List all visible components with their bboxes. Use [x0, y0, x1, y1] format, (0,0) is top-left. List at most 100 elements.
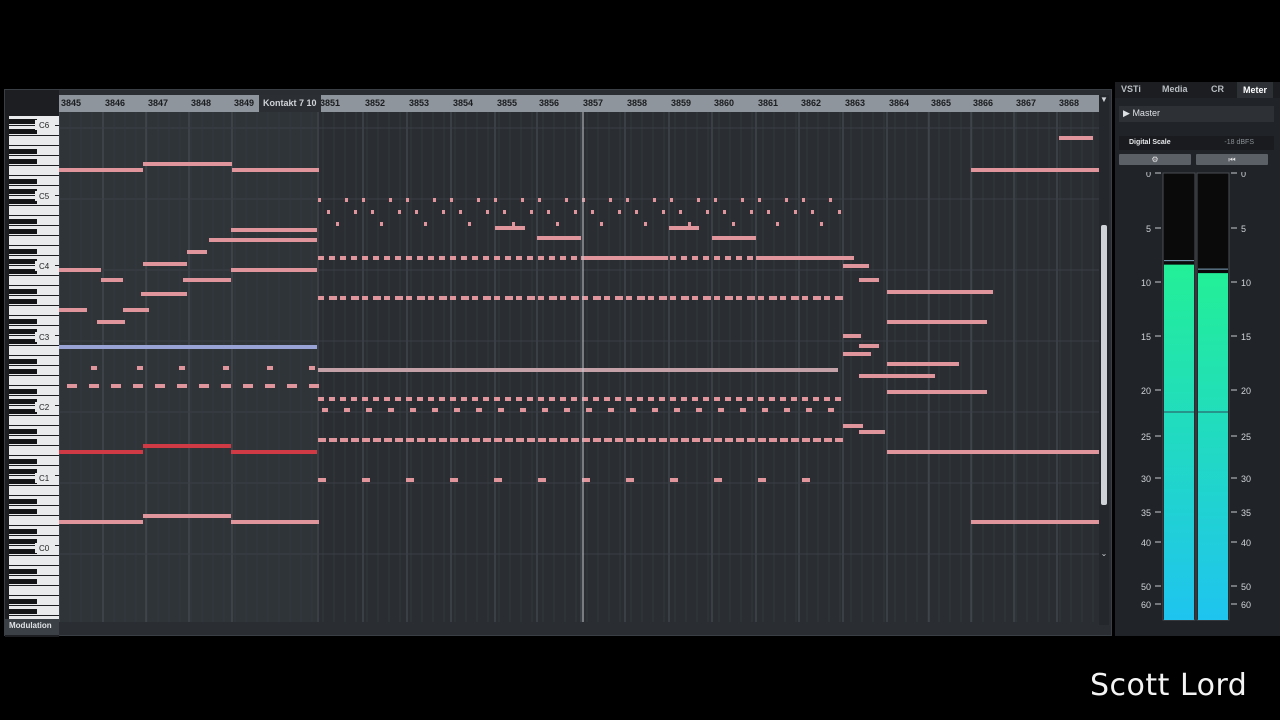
midi-note	[428, 438, 436, 442]
midi-note	[802, 397, 808, 401]
midi-note	[362, 397, 368, 401]
midi-note	[741, 198, 744, 202]
midi-note	[318, 198, 321, 202]
midi-note	[549, 397, 555, 401]
expand-triangle-icon[interactable]: ▶	[1123, 108, 1130, 118]
piano-keys[interactable]: C6 C5 C4 C3 C2 C1 C0	[5, 90, 59, 620]
midi-note	[697, 198, 700, 202]
bar-number[interactable]: 3855	[497, 98, 517, 108]
black-key	[9, 359, 37, 364]
scale-row[interactable]: Digital Scale -18 dBFS	[1119, 136, 1274, 150]
scale-value: -18 dBFS	[1224, 139, 1254, 146]
bar-number[interactable]: 3861	[758, 98, 778, 108]
bar-number[interactable]: 3845	[61, 98, 81, 108]
note-grid[interactable]: 3845 3846 3847 3848 3849 3851 3852 3853 3854 3855…	[59, 90, 1099, 637]
bar-number[interactable]: 3868	[1059, 98, 1079, 108]
black-key	[9, 459, 37, 464]
midi-note	[843, 424, 863, 428]
midi-note	[97, 320, 125, 324]
midi-note	[516, 397, 522, 401]
white-key	[9, 556, 59, 565]
octave-label: C5	[39, 192, 50, 201]
midi-note	[758, 397, 764, 401]
controller-lane[interactable]: Modulation	[5, 619, 59, 635]
bar-number[interactable]: 3847	[148, 98, 168, 108]
bar-number[interactable]: 3848	[191, 98, 211, 108]
midi-note	[59, 450, 143, 454]
bar-number[interactable]: 3865	[931, 98, 951, 108]
rack-tabs: VSTi Media CR Meter	[1115, 82, 1280, 98]
bar-number[interactable]: 3863	[845, 98, 865, 108]
midi-note	[340, 397, 346, 401]
midi-note	[581, 256, 668, 260]
master-section[interactable]: ▶ Master	[1119, 106, 1274, 122]
midi-note	[520, 408, 526, 412]
midi-note	[527, 438, 535, 442]
midi-note	[887, 390, 987, 394]
meter-tick-label: 40	[1141, 538, 1151, 548]
bar-number[interactable]: 3853	[409, 98, 429, 108]
tab-meter[interactable]: Meter	[1237, 82, 1274, 98]
midi-note	[780, 438, 788, 442]
scroll-up-icon[interactable]: ▼	[1099, 95, 1109, 105]
bar-number[interactable]: 3846	[105, 98, 125, 108]
bar-number[interactable]: 3862	[801, 98, 821, 108]
bar-number[interactable]: 3867	[1016, 98, 1036, 108]
meter-settings-button[interactable]: ⚙	[1119, 154, 1191, 165]
midi-note	[450, 397, 456, 401]
meter-tick-label: 30	[1241, 474, 1251, 484]
bar-number[interactable]: 3858	[627, 98, 647, 108]
white-key	[9, 586, 59, 595]
bar-number[interactable]: 3864	[889, 98, 909, 108]
bar-number[interactable]: 3856	[539, 98, 559, 108]
midi-note	[703, 256, 709, 260]
black-key	[9, 369, 37, 374]
midi-notes[interactable]	[59, 112, 1099, 622]
midi-note	[556, 222, 559, 226]
midi-note	[692, 256, 698, 260]
vertical-scrollbar[interactable]: ▼ ⌄	[1099, 95, 1109, 625]
scroll-thumb[interactable]	[1101, 225, 1107, 505]
bar-number[interactable]: 3851	[320, 98, 340, 108]
black-key	[9, 549, 37, 554]
midi-note	[454, 408, 460, 412]
black-key	[9, 249, 37, 254]
midi-note	[714, 256, 720, 260]
bar-ruler[interactable]: 3845 3846 3847 3848 3849 3851 3852 3853 3854 3855…	[59, 95, 1099, 112]
midi-note	[615, 296, 623, 300]
scroll-down-icon[interactable]: ⌄	[1099, 549, 1109, 559]
tab-media[interactable]: Media	[1162, 84, 1188, 94]
bar-number[interactable]: 3859	[671, 98, 691, 108]
midi-note	[111, 384, 121, 388]
bar-number[interactable]: 3849	[234, 98, 254, 108]
bar-number[interactable]: 3860	[714, 98, 734, 108]
white-key	[9, 236, 59, 245]
piano-keyboard[interactable]: C6 C5 C4 C3 C2 C1 C0	[5, 90, 59, 637]
tab-cr[interactable]: CR	[1211, 84, 1224, 94]
midi-note	[571, 438, 579, 442]
midi-note	[609, 198, 612, 202]
midi-note	[835, 296, 843, 300]
midi-note	[344, 408, 350, 412]
midi-note	[472, 397, 478, 401]
midi-note	[362, 296, 368, 300]
midi-note	[329, 256, 335, 260]
midi-note	[802, 478, 810, 482]
meter-reset-button[interactable]: ⏮	[1196, 154, 1268, 165]
bar-number[interactable]: 3857	[583, 98, 603, 108]
midi-note	[59, 308, 87, 312]
bar-number[interactable]: 3866	[973, 98, 993, 108]
black-key	[9, 479, 37, 484]
midi-note	[681, 397, 687, 401]
midi-note	[516, 256, 522, 260]
midi-note	[406, 478, 414, 482]
black-key	[9, 429, 37, 434]
white-key	[9, 416, 59, 425]
midi-note	[859, 344, 879, 348]
midi-note	[593, 296, 601, 300]
midi-note	[767, 210, 770, 214]
bar-number[interactable]: 3854	[453, 98, 473, 108]
tab-vsti[interactable]: VSTi	[1121, 84, 1141, 94]
bar-number[interactable]: 3852	[365, 98, 385, 108]
midi-note	[794, 210, 797, 214]
